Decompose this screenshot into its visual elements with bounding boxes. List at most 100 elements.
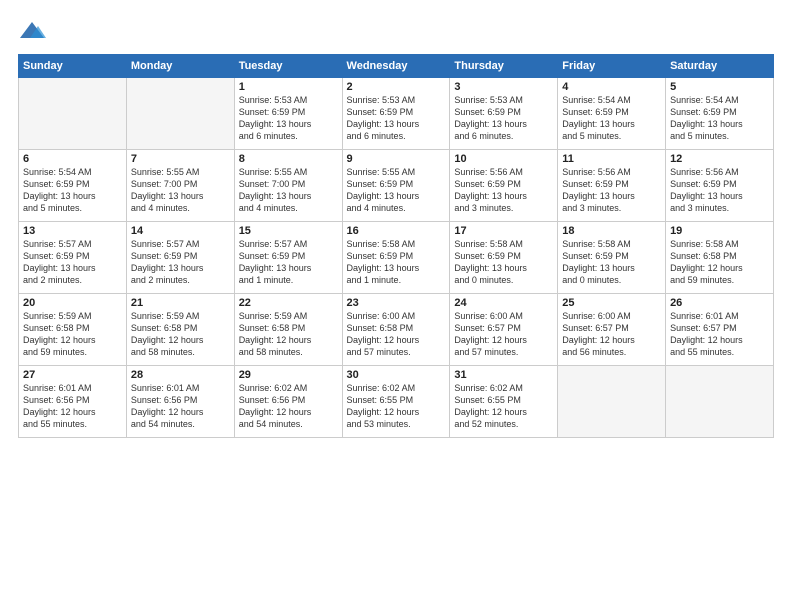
calendar-cell: 17Sunrise: 5:58 AM Sunset: 6:59 PM Dayli… bbox=[450, 222, 558, 294]
day-number: 17 bbox=[454, 225, 553, 237]
calendar-week-2: 6Sunrise: 5:54 AM Sunset: 6:59 PM Daylig… bbox=[19, 150, 774, 222]
day-info: Sunrise: 5:55 AM Sunset: 6:59 PM Dayligh… bbox=[347, 166, 446, 215]
day-number: 15 bbox=[239, 225, 338, 237]
day-info: Sunrise: 5:56 AM Sunset: 6:59 PM Dayligh… bbox=[670, 166, 769, 215]
calendar-cell: 19Sunrise: 5:58 AM Sunset: 6:58 PM Dayli… bbox=[666, 222, 774, 294]
day-number: 22 bbox=[239, 297, 338, 309]
calendar-cell: 8Sunrise: 5:55 AM Sunset: 7:00 PM Daylig… bbox=[234, 150, 342, 222]
calendar-cell: 10Sunrise: 5:56 AM Sunset: 6:59 PM Dayli… bbox=[450, 150, 558, 222]
day-number: 24 bbox=[454, 297, 553, 309]
day-number: 14 bbox=[131, 225, 230, 237]
day-number: 19 bbox=[670, 225, 769, 237]
calendar-cell: 9Sunrise: 5:55 AM Sunset: 6:59 PM Daylig… bbox=[342, 150, 450, 222]
day-number: 13 bbox=[23, 225, 122, 237]
day-number: 30 bbox=[347, 369, 446, 381]
calendar-cell bbox=[19, 78, 127, 150]
logo-icon bbox=[18, 18, 46, 46]
day-info: Sunrise: 5:56 AM Sunset: 6:59 PM Dayligh… bbox=[562, 166, 661, 215]
calendar-cell: 25Sunrise: 6:00 AM Sunset: 6:57 PM Dayli… bbox=[558, 294, 666, 366]
calendar-cell bbox=[666, 366, 774, 438]
day-info: Sunrise: 6:02 AM Sunset: 6:55 PM Dayligh… bbox=[454, 382, 553, 431]
calendar-body: 1Sunrise: 5:53 AM Sunset: 6:59 PM Daylig… bbox=[19, 78, 774, 438]
calendar-cell: 1Sunrise: 5:53 AM Sunset: 6:59 PM Daylig… bbox=[234, 78, 342, 150]
day-number: 4 bbox=[562, 81, 661, 93]
calendar-cell: 16Sunrise: 5:58 AM Sunset: 6:59 PM Dayli… bbox=[342, 222, 450, 294]
day-number: 11 bbox=[562, 153, 661, 165]
day-info: Sunrise: 5:54 AM Sunset: 6:59 PM Dayligh… bbox=[562, 94, 661, 143]
day-info: Sunrise: 6:01 AM Sunset: 6:57 PM Dayligh… bbox=[670, 310, 769, 359]
calendar-cell: 29Sunrise: 6:02 AM Sunset: 6:56 PM Dayli… bbox=[234, 366, 342, 438]
calendar-cell: 18Sunrise: 5:58 AM Sunset: 6:59 PM Dayli… bbox=[558, 222, 666, 294]
calendar-cell: 23Sunrise: 6:00 AM Sunset: 6:58 PM Dayli… bbox=[342, 294, 450, 366]
day-number: 26 bbox=[670, 297, 769, 309]
calendar-week-5: 27Sunrise: 6:01 AM Sunset: 6:56 PM Dayli… bbox=[19, 366, 774, 438]
day-number: 9 bbox=[347, 153, 446, 165]
day-info: Sunrise: 6:00 AM Sunset: 6:57 PM Dayligh… bbox=[562, 310, 661, 359]
calendar-cell: 3Sunrise: 5:53 AM Sunset: 6:59 PM Daylig… bbox=[450, 78, 558, 150]
day-number: 2 bbox=[347, 81, 446, 93]
calendar-header-row: SundayMondayTuesdayWednesdayThursdayFrid… bbox=[19, 55, 774, 78]
calendar-header-monday: Monday bbox=[126, 55, 234, 78]
day-info: Sunrise: 5:55 AM Sunset: 7:00 PM Dayligh… bbox=[239, 166, 338, 215]
day-info: Sunrise: 5:57 AM Sunset: 6:59 PM Dayligh… bbox=[23, 238, 122, 287]
calendar-cell: 5Sunrise: 5:54 AM Sunset: 6:59 PM Daylig… bbox=[666, 78, 774, 150]
calendar-cell: 26Sunrise: 6:01 AM Sunset: 6:57 PM Dayli… bbox=[666, 294, 774, 366]
day-info: Sunrise: 5:58 AM Sunset: 6:59 PM Dayligh… bbox=[454, 238, 553, 287]
day-info: Sunrise: 6:01 AM Sunset: 6:56 PM Dayligh… bbox=[23, 382, 122, 431]
day-number: 20 bbox=[23, 297, 122, 309]
day-number: 5 bbox=[670, 81, 769, 93]
day-number: 8 bbox=[239, 153, 338, 165]
day-number: 27 bbox=[23, 369, 122, 381]
calendar-cell: 7Sunrise: 5:55 AM Sunset: 7:00 PM Daylig… bbox=[126, 150, 234, 222]
day-info: Sunrise: 5:54 AM Sunset: 6:59 PM Dayligh… bbox=[670, 94, 769, 143]
day-info: Sunrise: 6:00 AM Sunset: 6:57 PM Dayligh… bbox=[454, 310, 553, 359]
day-number: 31 bbox=[454, 369, 553, 381]
calendar-cell: 12Sunrise: 5:56 AM Sunset: 6:59 PM Dayli… bbox=[666, 150, 774, 222]
calendar-cell: 24Sunrise: 6:00 AM Sunset: 6:57 PM Dayli… bbox=[450, 294, 558, 366]
calendar: SundayMondayTuesdayWednesdayThursdayFrid… bbox=[18, 54, 774, 438]
calendar-cell: 6Sunrise: 5:54 AM Sunset: 6:59 PM Daylig… bbox=[19, 150, 127, 222]
day-info: Sunrise: 6:01 AM Sunset: 6:56 PM Dayligh… bbox=[131, 382, 230, 431]
calendar-cell bbox=[126, 78, 234, 150]
day-number: 21 bbox=[131, 297, 230, 309]
calendar-cell: 31Sunrise: 6:02 AM Sunset: 6:55 PM Dayli… bbox=[450, 366, 558, 438]
calendar-cell: 30Sunrise: 6:02 AM Sunset: 6:55 PM Dayli… bbox=[342, 366, 450, 438]
day-info: Sunrise: 5:57 AM Sunset: 6:59 PM Dayligh… bbox=[131, 238, 230, 287]
day-number: 18 bbox=[562, 225, 661, 237]
day-info: Sunrise: 5:59 AM Sunset: 6:58 PM Dayligh… bbox=[239, 310, 338, 359]
calendar-header-wednesday: Wednesday bbox=[342, 55, 450, 78]
calendar-header-thursday: Thursday bbox=[450, 55, 558, 78]
logo bbox=[18, 18, 50, 46]
day-info: Sunrise: 5:58 AM Sunset: 6:58 PM Dayligh… bbox=[670, 238, 769, 287]
day-info: Sunrise: 5:53 AM Sunset: 6:59 PM Dayligh… bbox=[239, 94, 338, 143]
day-info: Sunrise: 5:54 AM Sunset: 6:59 PM Dayligh… bbox=[23, 166, 122, 215]
day-info: Sunrise: 5:53 AM Sunset: 6:59 PM Dayligh… bbox=[347, 94, 446, 143]
calendar-cell bbox=[558, 366, 666, 438]
day-info: Sunrise: 5:55 AM Sunset: 7:00 PM Dayligh… bbox=[131, 166, 230, 215]
day-info: Sunrise: 5:59 AM Sunset: 6:58 PM Dayligh… bbox=[131, 310, 230, 359]
calendar-header-tuesday: Tuesday bbox=[234, 55, 342, 78]
calendar-cell: 13Sunrise: 5:57 AM Sunset: 6:59 PM Dayli… bbox=[19, 222, 127, 294]
day-number: 23 bbox=[347, 297, 446, 309]
day-info: Sunrise: 5:57 AM Sunset: 6:59 PM Dayligh… bbox=[239, 238, 338, 287]
calendar-header-sunday: Sunday bbox=[19, 55, 127, 78]
day-info: Sunrise: 6:00 AM Sunset: 6:58 PM Dayligh… bbox=[347, 310, 446, 359]
calendar-cell: 27Sunrise: 6:01 AM Sunset: 6:56 PM Dayli… bbox=[19, 366, 127, 438]
day-number: 7 bbox=[131, 153, 230, 165]
day-info: Sunrise: 5:58 AM Sunset: 6:59 PM Dayligh… bbox=[347, 238, 446, 287]
calendar-cell: 20Sunrise: 5:59 AM Sunset: 6:58 PM Dayli… bbox=[19, 294, 127, 366]
day-number: 6 bbox=[23, 153, 122, 165]
calendar-cell: 28Sunrise: 6:01 AM Sunset: 6:56 PM Dayli… bbox=[126, 366, 234, 438]
day-number: 28 bbox=[131, 369, 230, 381]
calendar-cell: 4Sunrise: 5:54 AM Sunset: 6:59 PM Daylig… bbox=[558, 78, 666, 150]
day-number: 16 bbox=[347, 225, 446, 237]
day-info: Sunrise: 5:59 AM Sunset: 6:58 PM Dayligh… bbox=[23, 310, 122, 359]
day-info: Sunrise: 6:02 AM Sunset: 6:55 PM Dayligh… bbox=[347, 382, 446, 431]
day-info: Sunrise: 5:53 AM Sunset: 6:59 PM Dayligh… bbox=[454, 94, 553, 143]
day-number: 29 bbox=[239, 369, 338, 381]
calendar-cell: 11Sunrise: 5:56 AM Sunset: 6:59 PM Dayli… bbox=[558, 150, 666, 222]
day-number: 25 bbox=[562, 297, 661, 309]
day-number: 1 bbox=[239, 81, 338, 93]
calendar-header-friday: Friday bbox=[558, 55, 666, 78]
calendar-week-1: 1Sunrise: 5:53 AM Sunset: 6:59 PM Daylig… bbox=[19, 78, 774, 150]
